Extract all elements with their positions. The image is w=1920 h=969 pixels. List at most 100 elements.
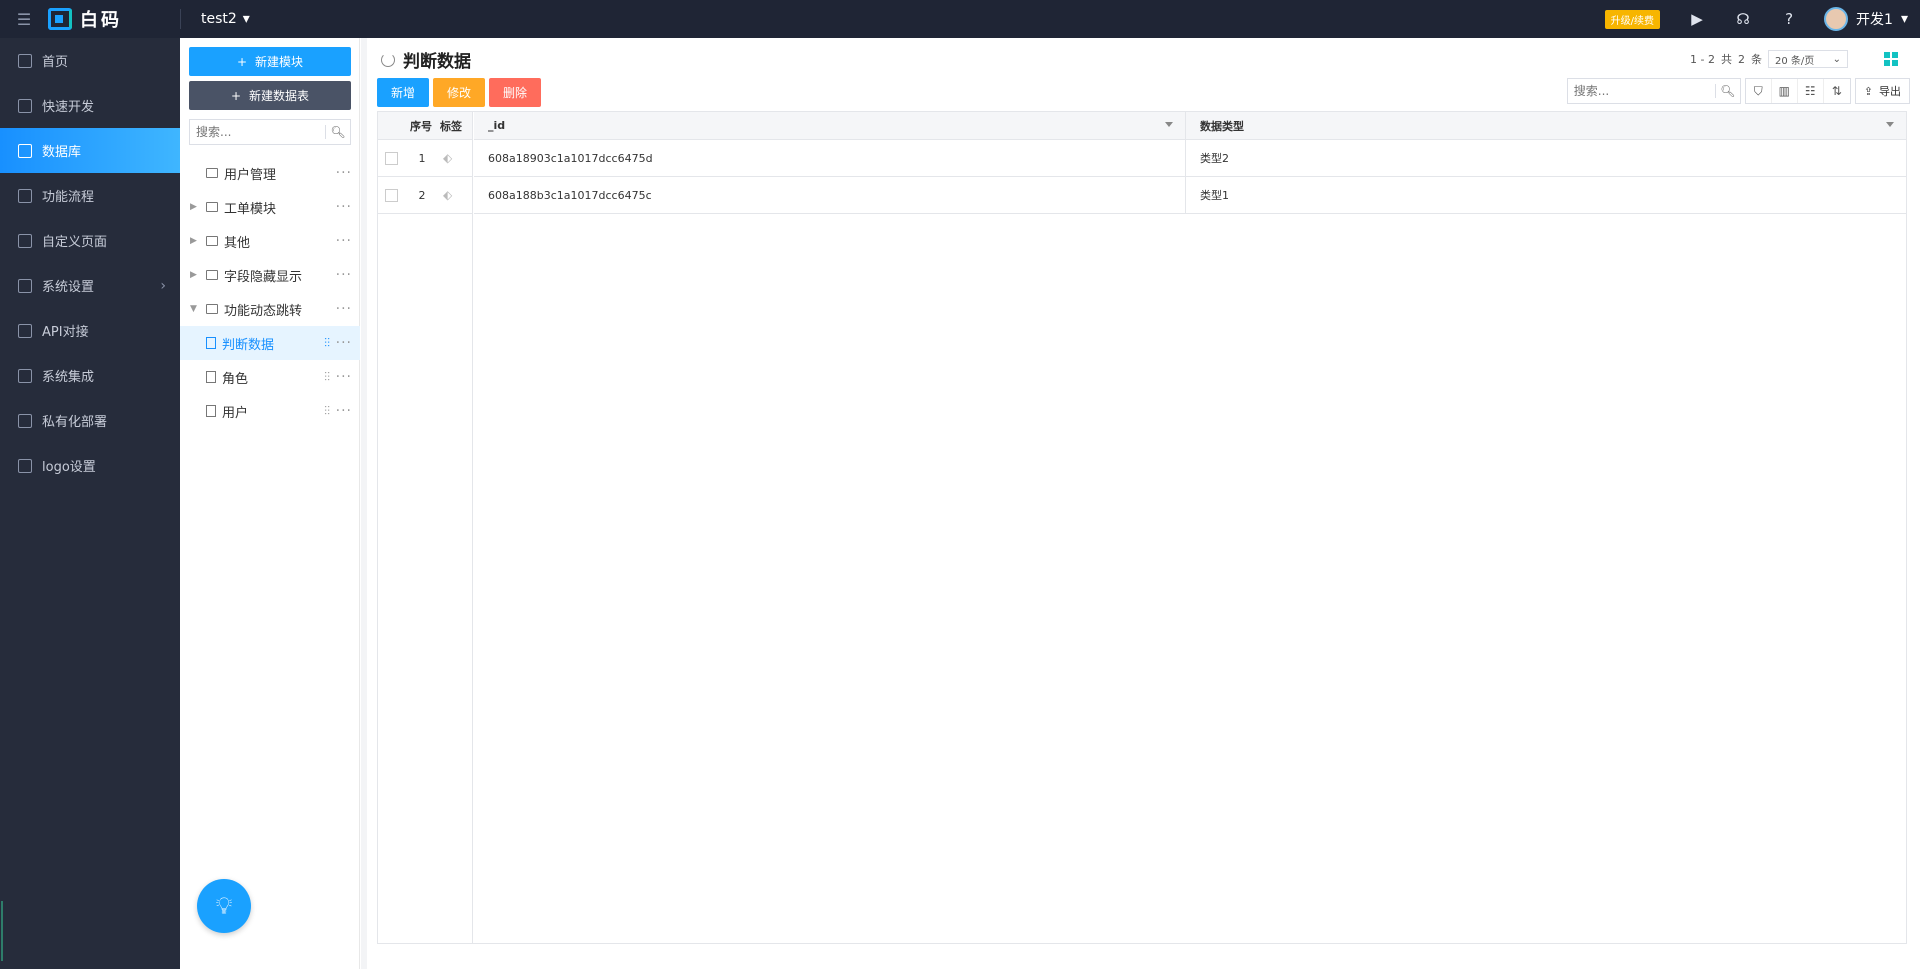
more-icon[interactable]: ···	[336, 267, 352, 283]
edit-button[interactable]: 修改	[433, 78, 486, 107]
tree-table-user[interactable]: 用户 ⫶⫶ ···	[180, 394, 360, 428]
filter-icon[interactable]: ⛉	[1746, 79, 1772, 103]
column-menu-icon[interactable]	[1165, 122, 1173, 127]
caret-right-icon[interactable]: ▶	[190, 202, 202, 212]
settings-icon	[18, 278, 32, 293]
tree-folder-field-visibility[interactable]: ▶ 字段隐藏显示 ···	[180, 258, 360, 292]
plus-icon: +	[236, 54, 248, 69]
nav-label: 系统设置	[42, 280, 95, 295]
tune-icon[interactable]: ⫶⫶	[324, 336, 330, 351]
upgrade-button[interactable]: 升级/续费	[1604, 9, 1661, 29]
tree-folder-ticket-module[interactable]: ▶ 工单模块 ···	[180, 190, 360, 224]
tree-search-input[interactable]	[190, 121, 325, 143]
brand-logo[interactable]: 白码	[48, 6, 180, 32]
tag-icon[interactable]: ⬖	[443, 188, 452, 202]
tune-icon[interactable]: ⫶⫶	[324, 370, 330, 385]
tune-icon[interactable]: ⫶⫶	[324, 404, 330, 419]
table-data-columns: _id 数据类型 608a18903c1a1017dcc6475d 类型2 60…	[474, 112, 1906, 214]
delete-button[interactable]: 删除	[489, 78, 542, 107]
row-checkbox[interactable]	[385, 188, 398, 202]
new-module-button[interactable]: + 新建模块	[189, 47, 351, 76]
help-icon[interactable]: ?	[1778, 8, 1800, 30]
tree-label: 其他	[224, 235, 251, 251]
view-toggle-icon[interactable]	[1884, 52, 1898, 66]
more-icon[interactable]: ···	[336, 403, 352, 419]
column-header-id[interactable]: _id	[474, 112, 1186, 139]
tree-label: 判断数据	[222, 337, 275, 353]
chart-icon[interactable]: ▥	[1772, 79, 1798, 103]
column-label: 数据类型	[1200, 119, 1244, 133]
row-checkbox[interactable]	[385, 151, 398, 165]
support-icon[interactable]: ☊	[1732, 8, 1754, 30]
table-row[interactable]: 608a188b3c1a1017dcc6475c 类型1	[474, 177, 1906, 214]
brand-name: 白码	[80, 10, 122, 31]
folder-icon	[206, 304, 218, 314]
nav-item-database[interactable]: 数据库	[0, 128, 180, 173]
nav-scrollbar[interactable]	[1, 901, 9, 961]
table-row[interactable]: 608a18903c1a1017dcc6475d 类型2	[474, 140, 1906, 177]
table-row[interactable]: 2 ⬖	[378, 177, 472, 214]
nav-item-quick-dev[interactable]: 快速开发	[0, 83, 180, 128]
menu-toggle-icon[interactable]: ☰	[0, 0, 48, 38]
column-header-type[interactable]: 数据类型	[1186, 112, 1906, 139]
more-icon[interactable]: ···	[336, 369, 352, 385]
table-doc-icon	[206, 405, 216, 417]
tree-table-role[interactable]: 角色 ⫶⫶ ···	[180, 360, 360, 394]
table-search-input[interactable]	[1567, 84, 1715, 98]
export-label: 导出	[1879, 85, 1901, 98]
user-menu[interactable]: 开发1 ▾	[1824, 7, 1908, 31]
page-size-select[interactable]: 20 条/页 ⌄	[1768, 50, 1848, 68]
nav-item-home[interactable]: 首页	[0, 38, 180, 83]
more-icon[interactable]: ···	[336, 301, 352, 317]
tree-folder-user-management[interactable]: 用户管理 ···	[180, 156, 360, 190]
caret-right-icon[interactable]: ▶	[190, 270, 202, 280]
more-icon[interactable]: ···	[336, 335, 352, 351]
cell-id: 608a18903c1a1017dcc6475d	[474, 140, 1186, 176]
nav-item-custom-page[interactable]: 自定义页面	[0, 218, 180, 263]
nav-label: API对接	[42, 325, 89, 340]
column-menu-icon[interactable]	[1886, 122, 1894, 127]
tree-label: 功能动态跳转	[224, 303, 303, 319]
nav-item-api[interactable]: API对接	[0, 308, 180, 353]
tree-folder-dynamic-jump[interactable]: ▼ 功能动态跳转 ···	[180, 292, 360, 326]
caret-down-icon[interactable]: ▼	[190, 304, 202, 314]
tag-icon[interactable]: ⬖	[443, 151, 452, 165]
avatar	[1824, 7, 1849, 31]
app-name: test2	[201, 11, 237, 27]
nav-item-logo-settings[interactable]: logo设置	[0, 443, 180, 488]
add-button[interactable]: 新增	[377, 78, 430, 107]
nav-item-flow[interactable]: 功能流程	[0, 173, 180, 218]
user-name: 开发1	[1856, 12, 1893, 28]
new-table-button[interactable]: + 新建数据表	[189, 81, 351, 110]
more-icon[interactable]: ···	[336, 233, 352, 249]
folder-icon	[206, 202, 218, 212]
refresh-icon[interactable]	[381, 52, 395, 67]
page-title: 判断数据	[403, 52, 471, 72]
table-doc-icon	[206, 337, 216, 349]
pager-total: 2	[1738, 52, 1745, 66]
cell-type: 类型1	[1200, 189, 1229, 202]
export-button[interactable]: ⇪ 导出	[1854, 78, 1910, 104]
caret-right-icon[interactable]: ▶	[190, 236, 202, 246]
nav-item-settings[interactable]: 系统设置 ›	[0, 263, 180, 308]
search-icon[interactable]: 🔍︎	[1716, 84, 1740, 98]
tree-table-judge-data[interactable]: 判断数据 ⫶⫶ ···	[180, 326, 360, 360]
search-icon[interactable]: 🔍︎	[326, 125, 350, 139]
play-icon[interactable]: ▶	[1686, 8, 1708, 30]
more-icon[interactable]: ···	[336, 165, 352, 181]
app-selector[interactable]: test2 ▾	[201, 11, 250, 27]
tree-label: 用户	[222, 405, 249, 421]
nav-item-integration[interactable]: 系统集成	[0, 353, 180, 398]
columns-icon[interactable]: ☷	[1798, 79, 1824, 103]
tree-folder-other[interactable]: ▶ 其他 ···	[180, 224, 360, 258]
upgrade-label: 升级/续费	[1610, 15, 1655, 27]
topbar-divider	[180, 9, 181, 29]
tool-bar: 🔍︎ ⛉ ▥ ☷ ⇅ ⇪ 导出	[1566, 78, 1910, 104]
table-header: 序号 标签	[378, 112, 472, 140]
sort-icon[interactable]: ⇅	[1824, 79, 1850, 103]
more-icon[interactable]: ···	[336, 199, 352, 215]
table-row[interactable]: 1 ⬖	[378, 140, 472, 177]
nav-item-private-deploy[interactable]: 私有化部署	[0, 398, 180, 443]
folder-icon	[206, 236, 218, 246]
lightbulb-icon[interactable]: 💡︎	[197, 879, 251, 933]
